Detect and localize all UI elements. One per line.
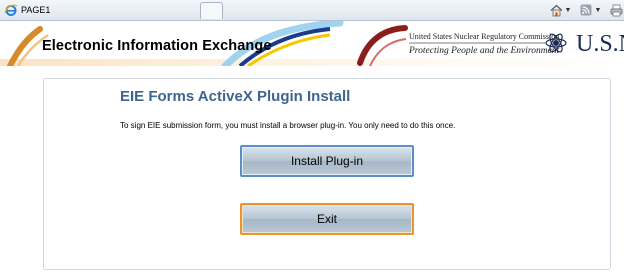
agency-name: United States Nuclear Regulatory Commiss… bbox=[409, 32, 560, 41]
site-banner: Electronic Information Exchange United S… bbox=[0, 21, 624, 66]
rss-feed-icon[interactable] bbox=[578, 2, 594, 18]
browser-tab-bar: PAGE1 ▼ ▼ bbox=[0, 0, 624, 21]
feed-dropdown-icon[interactable]: ▼ bbox=[594, 7, 602, 14]
plugin-install-panel: EIE Forms ActiveX Plugin Install To sign… bbox=[43, 78, 611, 270]
install-plugin-button[interactable]: Install Plug-in bbox=[240, 145, 414, 177]
page-title: EIE Forms ActiveX Plugin Install bbox=[120, 88, 351, 105]
tab-title: PAGE1 bbox=[21, 5, 51, 15]
exit-button[interactable]: Exit bbox=[240, 203, 414, 235]
new-tab-button[interactable] bbox=[200, 2, 223, 19]
instruction-text: To sign EIE submission form, you must in… bbox=[120, 121, 456, 130]
browser-command-bar: ▼ ▼ bbox=[548, 0, 624, 20]
home-icon[interactable] bbox=[548, 2, 564, 18]
agency-logo-text: U.S.N bbox=[576, 31, 624, 57]
browser-tab[interactable]: PAGE1 bbox=[0, 0, 198, 20]
internet-explorer-icon bbox=[4, 3, 18, 17]
banner-title: Electronic Information Exchange bbox=[42, 38, 272, 54]
agency-tagline: Protecting People and the Environment bbox=[409, 46, 560, 56]
print-icon[interactable] bbox=[608, 2, 624, 18]
home-dropdown-icon[interactable]: ▼ bbox=[564, 7, 572, 14]
